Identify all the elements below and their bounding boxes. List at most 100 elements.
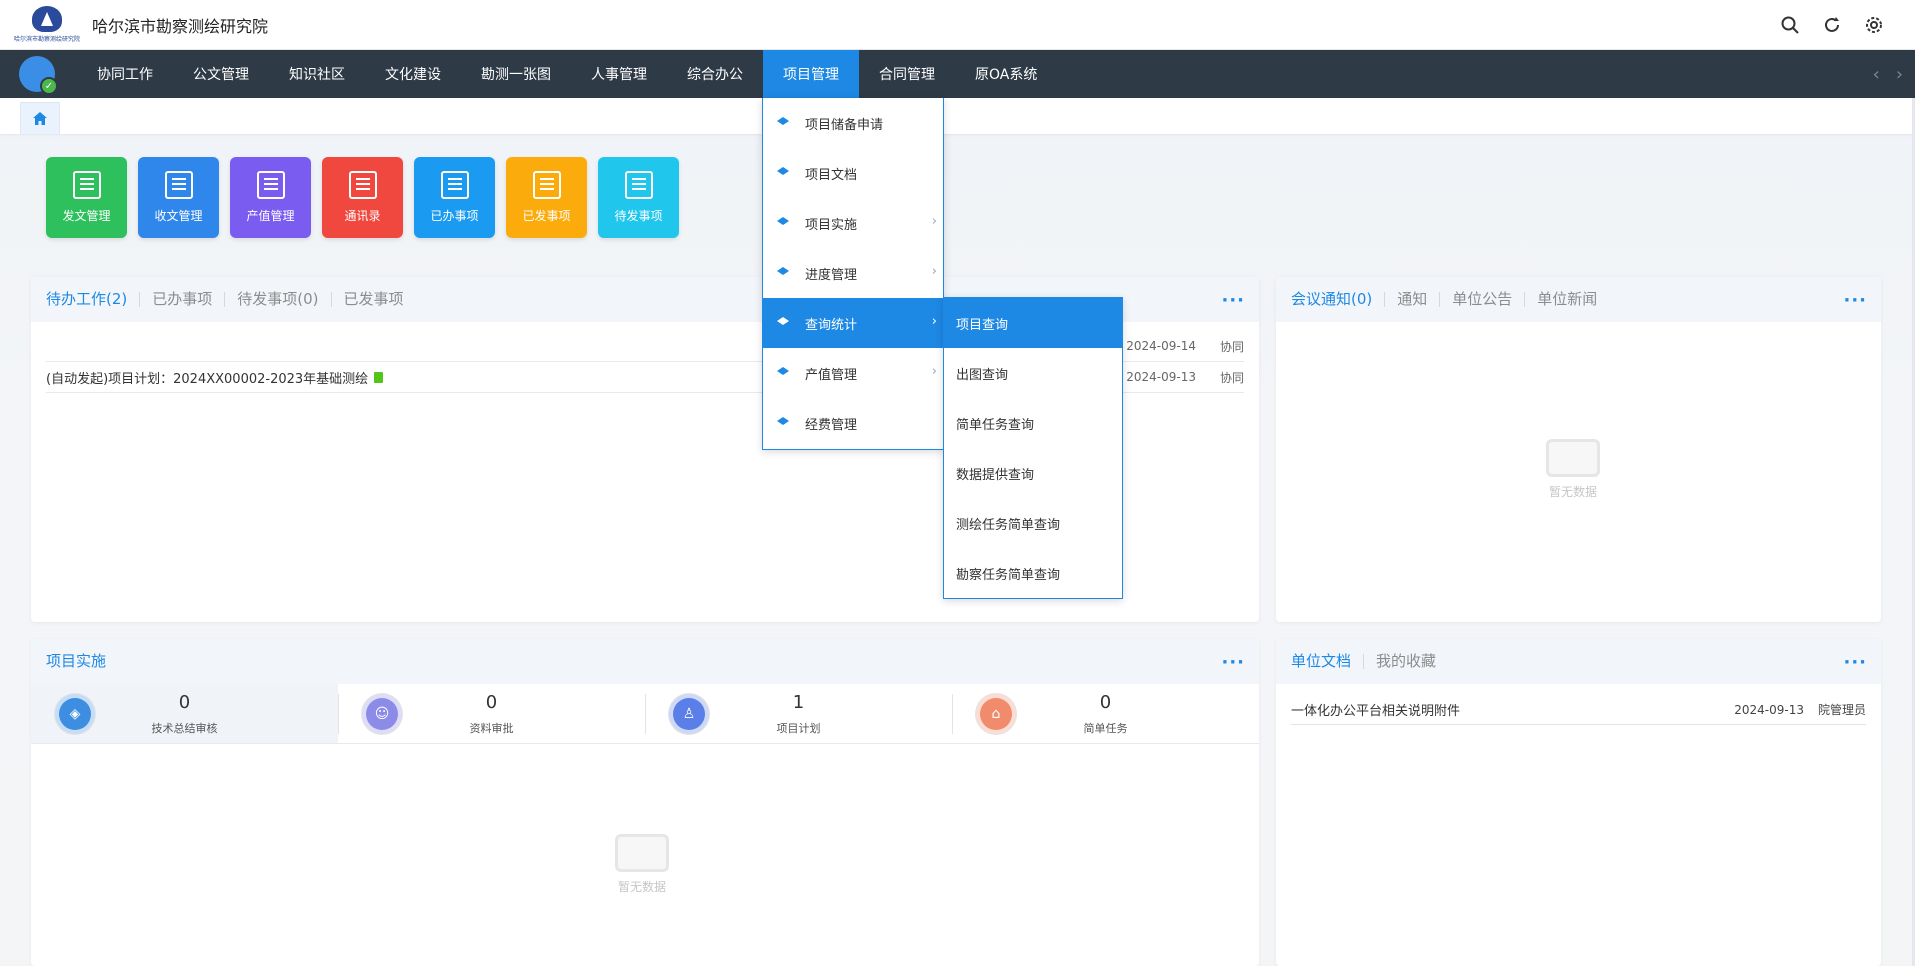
nav-item-documents[interactable]: 公文管理	[173, 50, 269, 98]
layers-icon	[775, 366, 793, 380]
stat-label: 资料审批	[469, 722, 514, 735]
done-items-icon	[440, 171, 469, 199]
menu-item-label: 项目文档	[805, 167, 858, 183]
shortcut-label: 已办事项	[430, 209, 479, 223]
nav-item-knowledge[interactable]: 知识社区	[269, 50, 365, 98]
nav-item-hr[interactable]: 人事管理	[571, 50, 667, 98]
menu-item-output-value[interactable]: 产值管理 ›	[763, 348, 943, 398]
layers-icon	[775, 116, 793, 130]
docs-panel: 单位文档 我的收藏 ··· 一体化办公平台相关说明附件 2024-09-13 院…	[1276, 639, 1881, 966]
nav-prev-icon[interactable]: ‹	[1873, 64, 1880, 85]
submenu-item-simple-task-query[interactable]: 简单任务查询	[944, 398, 1122, 448]
chevron-right-icon: ›	[931, 264, 937, 279]
meeting-panel-header: 会议通知(0) 通知 单位公告 单位新闻 ···	[1276, 277, 1881, 322]
submenu-item-survey-task-query[interactable]: 勘察任务简单查询	[944, 548, 1122, 598]
shortcut-label: 产值管理	[246, 209, 295, 223]
stat-tech-review[interactable]: ◈ 0 技术总结审核	[31, 684, 338, 743]
nav-item-project-mgmt[interactable]: 项目管理	[763, 50, 859, 98]
empty-state: 暂无数据	[615, 834, 669, 895]
institute-logo: 哈尔滨市勘察测绘研究院	[14, 4, 81, 46]
query-stats-submenu: 项目查询 出图查询 简单任务查询 数据提供查询 测绘任务简单查询 勘察任务简单查…	[943, 297, 1123, 599]
tab-unit-docs[interactable]: 单位文档	[1291, 654, 1363, 669]
more-icon[interactable]: ···	[1221, 652, 1245, 673]
submenu-item-data-supply-query[interactable]: 数据提供查询	[944, 448, 1122, 498]
layers-icon	[775, 416, 793, 430]
tab-notice[interactable]: 通知	[1384, 292, 1439, 307]
menu-item-label: 经费管理	[805, 417, 858, 433]
user-avatar[interactable]: ✓	[19, 56, 58, 95]
nav-item-legacy-oa[interactable]: 原OA系统	[955, 50, 1057, 98]
layers-icon	[775, 166, 793, 180]
submenu-item-map-output-query[interactable]: 出图查询	[944, 348, 1122, 398]
project-mgmt-menu: 项目储备申请 项目文档 项目实施 › 进度管理 › 查询统计 › 产值管理 › 经费管理	[762, 98, 944, 450]
shortcut-contacts[interactable]: 通讯录	[322, 157, 403, 238]
more-icon[interactable]: ···	[1843, 290, 1867, 311]
doc-title: 一体化办公平台相关说明附件	[1291, 704, 1461, 719]
menu-item-funding[interactable]: 经费管理	[763, 398, 943, 448]
tab-favorites[interactable]: 我的收藏	[1363, 654, 1448, 669]
todo-date: 2024-09-13	[1126, 370, 1196, 384]
nav-item-office[interactable]: 综合办公	[667, 50, 763, 98]
app-title: 哈尔滨市勘察测绘研究院	[92, 16, 269, 36]
more-icon[interactable]: ···	[1843, 652, 1867, 673]
stat-label: 简单任务	[1083, 722, 1128, 735]
nav-next-icon[interactable]: ›	[1896, 64, 1903, 85]
nav-item-contract[interactable]: 合同管理	[859, 50, 955, 98]
check-icon: ✓	[40, 77, 58, 95]
shortcut-sent-items[interactable]: 已发事项	[506, 157, 587, 238]
menu-item-label: 进度管理	[805, 267, 858, 283]
stat-simple-task[interactable]: ⌂ 0 简单任务	[952, 684, 1259, 743]
tab-announcement[interactable]: 单位公告	[1439, 292, 1524, 307]
docs-panel-header: 单位文档 我的收藏 ···	[1276, 639, 1881, 684]
shortcut-output-value[interactable]: 产值管理	[230, 157, 311, 238]
chevron-right-icon: ›	[931, 364, 937, 379]
shortcut-receive-doc[interactable]: 收文管理	[138, 157, 219, 238]
menu-item-reserve-apply[interactable]: 项目储备申请	[763, 98, 943, 148]
home-tab[interactable]	[20, 102, 60, 134]
menu-item-project-docs[interactable]: 项目文档	[763, 148, 943, 198]
empty-state: 暂无数据	[1546, 439, 1600, 500]
nav-scroll-arrows: ‹ ›	[1873, 64, 1903, 85]
more-icon[interactable]: ···	[1221, 290, 1245, 311]
submenu-item-mapping-task-query[interactable]: 测绘任务简单查询	[944, 498, 1122, 548]
project-panel-title: 项目实施	[46, 652, 107, 670]
pending-send-icon	[624, 171, 653, 199]
document-icon	[374, 371, 384, 383]
shortcut-label: 已发事项	[522, 209, 571, 223]
menu-item-query-stats[interactable]: 查询统计 ›	[763, 298, 943, 348]
tab-pending-send[interactable]: 待发事项(0)	[224, 292, 330, 307]
settings-icon[interactable]	[1863, 14, 1885, 36]
output-value-icon	[256, 171, 285, 199]
tab-meeting-notice[interactable]: 会议通知(0)	[1291, 292, 1384, 307]
nav-item-culture[interactable]: 文化建设	[365, 50, 461, 98]
empty-text: 暂无数据	[617, 880, 666, 894]
tab-news[interactable]: 单位新闻	[1524, 292, 1609, 307]
shortcut-pending-send[interactable]: 待发事项	[598, 157, 679, 238]
doc-date: 2024-09-13	[1734, 702, 1804, 717]
logo-text: 哈尔滨市勘察测绘研究院	[14, 36, 81, 43]
contacts-icon	[348, 171, 377, 199]
stat-label: 技术总结审核	[151, 722, 218, 735]
send-doc-icon	[72, 171, 101, 199]
layers-icon	[775, 266, 793, 280]
doc-row[interactable]: 一体化办公平台相关说明附件 2024-09-13 院管理员	[1291, 695, 1866, 725]
nav-item-collab[interactable]: 协同工作	[77, 50, 173, 98]
tab-done[interactable]: 已办事项	[139, 292, 224, 307]
stat-data-approval[interactable]: ☺ 0 资料审批	[338, 684, 645, 743]
search-icon[interactable]	[1779, 14, 1801, 36]
menu-item-progress[interactable]: 进度管理 ›	[763, 248, 943, 298]
stat-value: 0	[1099, 692, 1112, 713]
doc-author: 院管理员	[1817, 703, 1866, 717]
shortcut-send-doc[interactable]: 发文管理	[46, 157, 127, 238]
refresh-icon[interactable]	[1821, 14, 1843, 36]
sent-items-icon	[532, 171, 561, 199]
submenu-item-project-query[interactable]: 项目查询	[944, 298, 1122, 348]
shortcut-done-items[interactable]: 已办事项	[414, 157, 495, 238]
menu-item-project-impl[interactable]: 项目实施 ›	[763, 198, 943, 248]
tab-sent[interactable]: 已发事项	[330, 292, 416, 307]
nav-item-survey-map[interactable]: 勘测一张图	[461, 50, 571, 98]
stat-project-plan[interactable]: ♙ 1 项目计划	[645, 684, 952, 743]
tab-todo[interactable]: 待办工作(2)	[46, 292, 139, 307]
receive-doc-icon	[164, 171, 193, 199]
emblem-icon	[32, 6, 62, 32]
